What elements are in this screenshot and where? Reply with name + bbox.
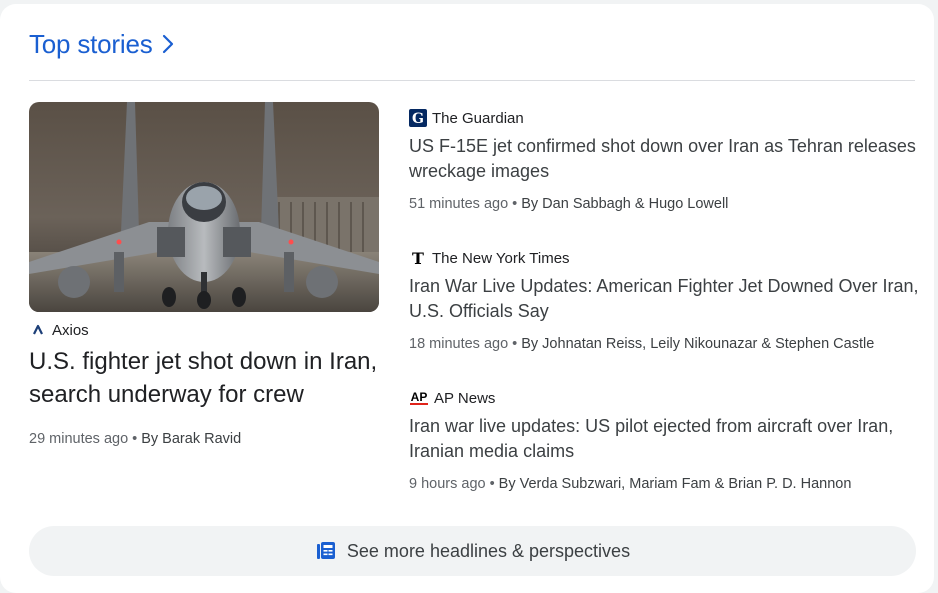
story-item[interactable]: G The Guardian US F-15E jet confirmed sh… xyxy=(409,108,919,212)
story-byline: By Dan Sabbagh & Hugo Lowell xyxy=(521,196,729,212)
lead-story-image[interactable] xyxy=(29,102,379,312)
source-name: AP News xyxy=(434,389,496,407)
meta-separator: • xyxy=(132,431,138,447)
meta-separator: • xyxy=(512,196,518,212)
story-source: AP AP News xyxy=(409,388,919,408)
story-meta: 9 hours ago • By Verda Subzwari, Mariam Fa… xyxy=(409,476,919,492)
meta-separator: • xyxy=(512,336,518,352)
source-name: The Guardian xyxy=(432,109,524,127)
story-item[interactable]: T The New York Times Iran War Live Updat… xyxy=(409,248,919,352)
newspaper-icon xyxy=(316,542,335,559)
story-byline: By Johnatan Reiss, Leily Nikounazar & St… xyxy=(521,336,875,352)
lead-story-source: Axios xyxy=(29,321,89,339)
lead-story-headline[interactable]: U.S. fighter jet shot down in Iran, sear… xyxy=(29,345,389,411)
story-meta: 51 minutes ago • By Dan Sabbagh & Hugo Low… xyxy=(409,196,919,212)
story-time: 9 hours ago xyxy=(409,476,486,492)
lead-story-meta: 29 minutes ago • By Barak Ravid xyxy=(29,431,241,447)
story-item[interactable]: AP AP News Iran war live updates: US pil… xyxy=(409,388,919,493)
story-time: 29 minutes ago xyxy=(29,431,129,447)
story-headline[interactable]: Iran war live updates: US pilot ejected … xyxy=(409,414,919,464)
chevron-right-icon xyxy=(162,34,173,54)
section-title[interactable]: Top stories xyxy=(29,29,153,60)
guardian-logo-icon: G xyxy=(409,109,427,127)
see-more-headlines-button[interactable]: See more headlines & perspectives xyxy=(29,526,916,576)
source-name: Axios xyxy=(52,321,89,339)
nyt-logo-icon: T xyxy=(409,249,427,267)
svg-text:G: G xyxy=(412,111,424,127)
source-name: The New York Times xyxy=(432,249,570,267)
axios-logo-icon xyxy=(29,321,47,339)
header-divider xyxy=(29,80,915,81)
story-meta: 18 minutes ago • By Johnatan Reiss, Leily … xyxy=(409,336,919,352)
ap-logo-icon: AP xyxy=(409,389,429,407)
story-source: T The New York Times xyxy=(409,248,919,268)
see-more-label: See more headlines & perspectives xyxy=(346,540,631,561)
top-stories-header[interactable]: Top stories xyxy=(29,26,175,62)
meta-separator: • xyxy=(489,476,495,492)
story-time: 18 minutes ago xyxy=(409,336,509,352)
top-stories-card: Top stories Axios U.S. fighter jet shot … xyxy=(0,4,934,593)
story-byline: By Barak Ravid xyxy=(141,431,242,447)
svg-text:AP: AP xyxy=(411,390,428,404)
story-headline[interactable]: US F-15E jet confirmed shot down over Ir… xyxy=(409,134,919,184)
svg-text:T: T xyxy=(412,249,424,267)
story-byline: By Verda Subzwari, Mariam Fam & Brian P.… xyxy=(498,476,852,492)
story-time: 51 minutes ago xyxy=(409,196,509,212)
story-headline[interactable]: Iran War Live Updates: American Fighter … xyxy=(409,274,919,324)
story-source: G The Guardian xyxy=(409,108,919,128)
